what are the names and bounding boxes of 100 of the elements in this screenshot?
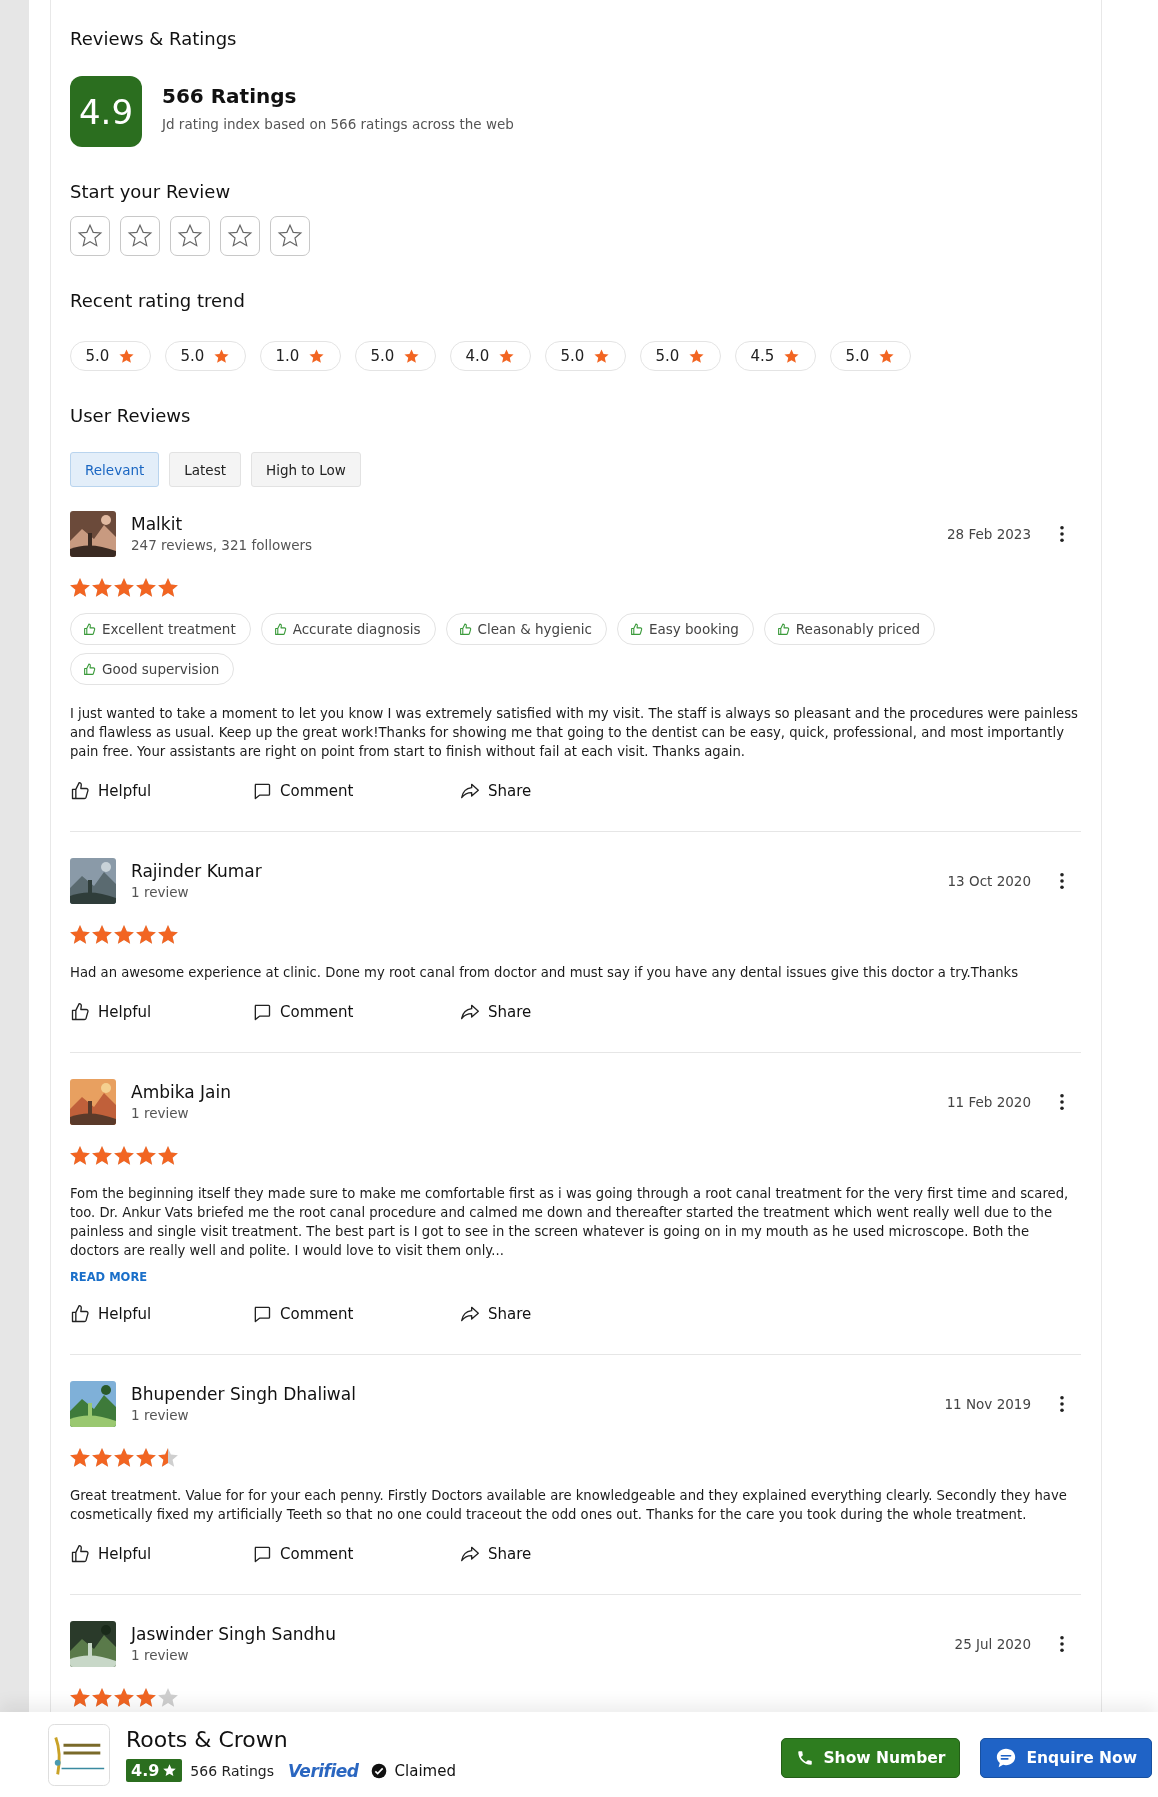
star-icon bbox=[158, 925, 178, 944]
sort-tab[interactable]: Latest bbox=[169, 452, 241, 487]
enquire-button[interactable]: Enquire Now bbox=[980, 1737, 1152, 1778]
sort-tab[interactable]: Relevant bbox=[70, 452, 160, 487]
star-icon bbox=[114, 578, 134, 597]
star-icon bbox=[92, 1688, 112, 1707]
chat-icon bbox=[995, 1746, 1018, 1769]
reviewer-stats: 247 reviews, 321 followers bbox=[131, 536, 314, 555]
reviewer-stats: 1 review bbox=[131, 1104, 190, 1123]
review-text: Great treatment. Value for for your each penny. Firstly Doctors available are knowledgeable and they explained everything clearly. Secondly they have cosmetically fixed my artificially Teeth so that no one could traceout the odd ones out. Thanks for the care you took during the whole treatment. bbox=[70, 1487, 1068, 1524]
star-icon bbox=[70, 1688, 90, 1707]
reviewer-stats: 1 review bbox=[131, 883, 190, 902]
review-date: 28 Feb 2023 bbox=[946, 526, 1031, 542]
share-button[interactable]: Share bbox=[460, 1544, 532, 1564]
reviewer-name[interactable]: Rajinder Kumar bbox=[131, 860, 948, 882]
comment-button[interactable]: Comment bbox=[252, 1002, 460, 1022]
review-date: 25 Jul 2020 bbox=[954, 1636, 1031, 1652]
star-icon bbox=[114, 1146, 134, 1165]
star-icon bbox=[136, 925, 156, 944]
share-button[interactable]: Share bbox=[460, 1304, 532, 1324]
star-icon bbox=[92, 578, 112, 597]
star-icon bbox=[136, 578, 156, 597]
helpful-button[interactable]: Helpful bbox=[70, 781, 252, 801]
reviewer-name[interactable]: Bhupender Singh Dhaliwal bbox=[131, 1383, 945, 1405]
star-icon bbox=[158, 1688, 178, 1707]
ratings-count: 566 Ratings bbox=[190, 1762, 274, 1779]
thumbs-up-icon bbox=[70, 1304, 90, 1324]
star-rating-button[interactable] bbox=[170, 216, 210, 256]
comment-button[interactable]: Comment bbox=[252, 1544, 460, 1564]
star-icon bbox=[688, 347, 706, 365]
star-rating-button[interactable] bbox=[120, 216, 160, 256]
helpful-button[interactable]: Helpful bbox=[70, 1544, 252, 1564]
read-more-link[interactable]: READ MORE bbox=[70, 1270, 148, 1284]
star-icon bbox=[136, 1688, 156, 1707]
section-title: Start your Review bbox=[70, 180, 232, 204]
review-date: 13 Oct 2020 bbox=[947, 873, 1031, 889]
thumbs-up-icon bbox=[273, 622, 287, 636]
share-button[interactable]: Share bbox=[460, 781, 532, 801]
star-outline-icon bbox=[77, 223, 103, 249]
star-outline-icon bbox=[127, 223, 153, 249]
comment-button[interactable]: Comment bbox=[252, 1304, 460, 1324]
claimed-label: Claimed bbox=[394, 1761, 456, 1780]
star-icon bbox=[593, 347, 611, 365]
tag-label: Reasonably priced bbox=[795, 621, 921, 637]
rating-caption: Jd rating index based on 566 ratings across the web bbox=[162, 116, 514, 132]
comment-button[interactable]: Comment bbox=[252, 781, 460, 801]
star-icon bbox=[308, 347, 326, 365]
star-icon bbox=[70, 1448, 90, 1467]
star-outline-icon bbox=[277, 223, 303, 249]
reviewer-name[interactable]: Jaswinder Singh Sandhu bbox=[131, 1623, 955, 1645]
star-icon bbox=[70, 1146, 90, 1165]
share-icon bbox=[460, 1002, 480, 1022]
tag-label: Good supervision bbox=[102, 661, 220, 677]
star-icon bbox=[92, 1146, 112, 1165]
thumbs-up-icon bbox=[629, 622, 643, 636]
star-icon bbox=[498, 347, 516, 365]
ratings-count: 566 Ratings bbox=[162, 84, 298, 108]
helpful-button[interactable]: Helpful bbox=[70, 1002, 252, 1022]
star-icon bbox=[162, 1763, 178, 1778]
phone-icon bbox=[796, 1748, 815, 1767]
reviewer-name[interactable]: Malkit bbox=[131, 513, 947, 535]
comment-icon bbox=[252, 1304, 272, 1324]
tag-label: Accurate diagnosis bbox=[292, 621, 421, 637]
more-options-icon[interactable] bbox=[1059, 1395, 1065, 1413]
more-options-icon[interactable] bbox=[1059, 525, 1065, 543]
section-title: User Reviews bbox=[70, 404, 192, 428]
more-options-icon[interactable] bbox=[1059, 872, 1065, 890]
star-rating-button[interactable] bbox=[70, 216, 110, 256]
comment-icon bbox=[252, 1544, 272, 1564]
sort-tab[interactable]: High to Low bbox=[251, 452, 361, 487]
comment-icon bbox=[252, 1002, 272, 1022]
verified-label: Verified bbox=[287, 1760, 359, 1781]
share-icon bbox=[460, 1544, 480, 1564]
share-button[interactable]: Share bbox=[460, 1002, 532, 1022]
star-icon bbox=[136, 1448, 156, 1467]
star-icon bbox=[118, 347, 136, 365]
thumbs-up-icon bbox=[83, 622, 96, 636]
tag-label: Easy booking bbox=[648, 621, 739, 637]
reviewer-name[interactable]: Ambika Jain bbox=[131, 1081, 947, 1103]
helpful-button[interactable]: Helpful bbox=[70, 1304, 252, 1324]
star-outline-icon bbox=[177, 223, 203, 249]
star-icon bbox=[114, 1448, 134, 1467]
logo-icon bbox=[48, 1723, 110, 1786]
thumbs-up-icon bbox=[458, 622, 472, 636]
star-icon bbox=[92, 1448, 112, 1467]
star-icon bbox=[403, 347, 421, 365]
star-icon bbox=[136, 1146, 156, 1165]
star-outline-icon bbox=[227, 223, 253, 249]
show-number-button[interactable]: Show Number bbox=[781, 1737, 961, 1778]
reviewer-stats: 1 review bbox=[131, 1646, 190, 1665]
more-options-icon[interactable] bbox=[1059, 1093, 1065, 1111]
check-circle-icon bbox=[370, 1762, 387, 1779]
comment-icon bbox=[252, 781, 272, 801]
star-rating-button[interactable] bbox=[270, 216, 310, 256]
star-rating-button[interactable] bbox=[220, 216, 260, 256]
thumbs-up-icon bbox=[776, 622, 790, 636]
more-options-icon[interactable] bbox=[1059, 1635, 1065, 1653]
review-date: 11 Nov 2019 bbox=[944, 1396, 1031, 1412]
section-title: Recent rating trend bbox=[70, 289, 246, 313]
star-icon bbox=[158, 1448, 178, 1467]
